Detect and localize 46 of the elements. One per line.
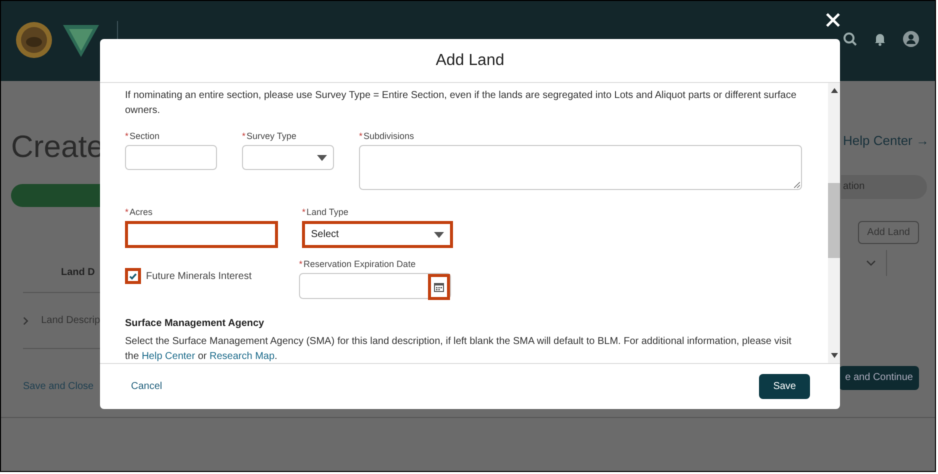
help-link[interactable]: Help Center [142,351,196,362]
required-mark: * [299,258,303,270]
field-label: Land Type [306,206,348,218]
seal-icon [15,21,53,59]
dialog-title: Add Land [436,50,504,70]
page-title: Create [11,131,100,162]
cancel-button[interactable]: Cancel [131,379,162,394]
check-icon [129,272,137,280]
input-field[interactable] [125,145,217,170]
field-label: Acres [130,206,153,218]
field-label: Section [130,130,160,142]
field-label: Survey Type [246,130,296,142]
field-label: Reservation Expiration Date [304,258,416,270]
section-heading: Surface Management Agency [125,317,266,331]
scrollbar[interactable] [828,83,840,363]
column-header: Land D [61,266,95,280]
save-and-continue-button[interactable]: e and Continue [839,366,919,390]
date-field[interactable] [299,273,451,299]
calendar-icon[interactable] [428,274,450,300]
checkbox[interactable] [125,268,141,284]
dropdown-field[interactable] [242,145,334,170]
required-mark: * [242,130,246,142]
close-icon[interactable] [825,12,841,28]
search-icon[interactable] [843,32,857,46]
sma-description: Select the Surface Management Agency (SMA) for this land description, if left blank the SMA will default to BLM. For additional information, please visit the Help Center or Research Map. [125,335,792,363]
instructions-text: If nominating an entire section, please use Survey Type = Entire Section, even if the lands are segregated into Lots and Aliquot parts or different surface owners. [125,89,798,118]
help-link[interactable]: Research Map [210,351,275,362]
required-mark: * [125,206,129,218]
avatar-icon[interactable] [903,31,919,47]
dropdown-field[interactable]: Select [302,221,453,248]
save-button[interactable]: Save [759,374,810,399]
resize-handle-icon[interactable] [794,182,800,188]
required-mark: * [359,130,363,142]
required-mark: * [302,206,306,218]
checkbox-label: Future Minerals Interest [146,270,252,284]
field-label: Subdivisions [364,130,414,142]
chevron-down-icon[interactable] [866,260,876,266]
input-field[interactable] [125,221,278,248]
chevron-right-icon[interactable] [23,316,30,326]
bell-icon[interactable] [873,32,887,46]
dropdown-arrow-icon [317,154,327,160]
dropdown-arrow-icon [434,232,444,238]
scroll-up-icon[interactable] [830,88,838,93]
scroll-down-icon[interactable] [830,353,838,358]
required-mark: * [125,130,129,142]
scroll-thumb[interactable] [828,183,840,258]
